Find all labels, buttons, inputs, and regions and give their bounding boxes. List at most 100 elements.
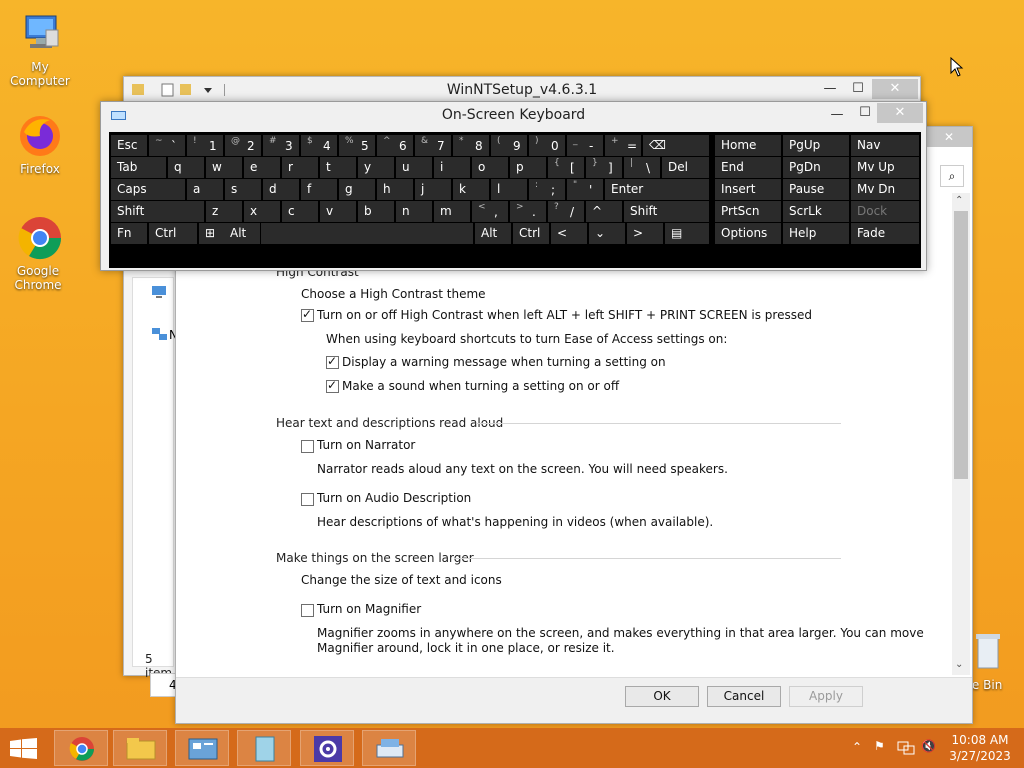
- desktop-icon-firefox[interactable]: Firefox: [0, 112, 80, 176]
- osk-key[interactable]: p: [510, 157, 546, 178]
- osk-key[interactable]: >: [627, 223, 663, 244]
- osk-key[interactable]: d: [263, 179, 299, 200]
- osk-key[interactable]: ▤: [665, 223, 709, 244]
- osk-key[interactable]: Esc: [111, 135, 147, 156]
- osk-key[interactable]: * 8: [453, 135, 489, 156]
- search-icon[interactable]: ⌕: [940, 165, 964, 187]
- taskbar-settings[interactable]: [300, 730, 354, 766]
- desktop-icon-my-computer[interactable]: My Computer: [0, 10, 80, 88]
- osk-key[interactable]: ⌄: [589, 223, 625, 244]
- osk-key[interactable]: ~ `: [149, 135, 185, 156]
- maximize-button[interactable]: ☐: [851, 103, 879, 123]
- osk-key[interactable]: " ': [567, 179, 603, 200]
- apply-button[interactable]: Apply: [789, 686, 863, 707]
- taskbar-setup[interactable]: [237, 730, 291, 766]
- ok-button[interactable]: OK: [625, 686, 699, 707]
- osk-key[interactable]: x: [244, 201, 280, 222]
- osk-key[interactable]: b: [358, 201, 394, 222]
- osk-key[interactable]: h: [377, 179, 413, 200]
- osk-key[interactable]: c: [282, 201, 318, 222]
- osk-nav-key[interactable]: Help: [783, 223, 849, 244]
- osk-key[interactable]: Alt: [224, 223, 260, 244]
- osk-nav-key[interactable]: Mv Up: [851, 157, 919, 178]
- this-pc-icon[interactable]: [151, 284, 169, 300]
- osk-key[interactable]: | \: [624, 157, 660, 178]
- high-contrast-shortcut-checkbox[interactable]: [301, 307, 314, 322]
- osk-key[interactable]: & 7: [415, 135, 451, 156]
- scroll-down-icon[interactable]: ⌄: [955, 659, 963, 670]
- start-windows-icon[interactable]: [10, 738, 38, 760]
- osk-key[interactable]: ^: [586, 201, 622, 222]
- osk-key[interactable]: k: [453, 179, 489, 200]
- osk-key[interactable]: <,: [472, 201, 508, 222]
- cancel-button[interactable]: Cancel: [707, 686, 781, 707]
- osk-nav-key[interactable]: Nav: [851, 135, 919, 156]
- osk-key[interactable]: q: [168, 157, 204, 178]
- osk-key[interactable]: ⌫: [643, 135, 709, 156]
- osk-key[interactable]: y: [358, 157, 394, 178]
- taskbar-control-panel[interactable]: [175, 730, 229, 766]
- maximize-button[interactable]: ☐: [844, 79, 872, 99]
- osk-key[interactable]: n: [396, 201, 432, 222]
- osk-nav-key[interactable]: Options: [715, 223, 781, 244]
- osk-key[interactable]: Enter: [605, 179, 709, 200]
- minimize-button[interactable]: —: [823, 105, 851, 125]
- show-hidden-icons-icon[interactable]: ⌃: [852, 740, 862, 754]
- taskbar-on-screen-keyboard[interactable]: [362, 730, 416, 766]
- osk-key[interactable]: w: [206, 157, 242, 178]
- osk-key[interactable]: g: [339, 179, 375, 200]
- osk-key[interactable]: ? /: [548, 201, 584, 222]
- taskbar-chrome[interactable]: [54, 730, 108, 766]
- osk-nav-key[interactable]: Fade: [851, 223, 919, 244]
- osk-key[interactable]: $4: [301, 135, 337, 156]
- osk-key[interactable]: @2: [225, 135, 261, 156]
- osk-key[interactable]: Tab: [111, 157, 166, 178]
- osk-key[interactable]: (9: [491, 135, 527, 156]
- osk-key[interactable]: <: [551, 223, 587, 244]
- network-icon[interactable]: [897, 740, 915, 756]
- osk-key[interactable]: ) 0: [529, 135, 565, 156]
- osk-nav-key[interactable]: Home: [715, 135, 781, 156]
- scroll-up-icon[interactable]: ⌃: [955, 195, 963, 206]
- osk-nav-key[interactable]: Mv Dn: [851, 179, 919, 200]
- narrator-checkbox[interactable]: [301, 440, 314, 453]
- osk-key[interactable]: >.: [510, 201, 546, 222]
- osk-key[interactable]: j: [415, 179, 451, 200]
- osk-nav-key[interactable]: PgDn: [783, 157, 849, 178]
- osk-key[interactable]: _ -: [567, 135, 603, 156]
- osk-key[interactable]: l: [491, 179, 527, 200]
- osk-key[interactable]: f: [301, 179, 337, 200]
- osk-key[interactable]: Caps: [111, 179, 185, 200]
- osk-key[interactable]: r: [282, 157, 318, 178]
- osk-key[interactable]: #3: [263, 135, 299, 156]
- taskbar-file-explorer[interactable]: [113, 730, 167, 766]
- osk-key[interactable]: + =: [605, 135, 641, 156]
- change-size-link[interactable]: Change the size of text and icons: [301, 573, 502, 587]
- osk-key[interactable]: :;: [529, 179, 565, 200]
- osk-key[interactable]: a: [187, 179, 223, 200]
- osk-key[interactable]: Shift: [111, 201, 204, 222]
- osk-key[interactable]: Del: [662, 157, 709, 178]
- osk-key[interactable]: Ctrl: [513, 223, 549, 244]
- osk-key[interactable]: i: [434, 157, 470, 178]
- osk-key[interactable]: z: [206, 201, 242, 222]
- osk-key[interactable]: m: [434, 201, 470, 222]
- osk-key[interactable]: t: [320, 157, 356, 178]
- osk-nav-key[interactable]: Pause: [783, 179, 849, 200]
- osk-key[interactable]: {[: [548, 157, 584, 178]
- osk-key[interactable]: u: [396, 157, 432, 178]
- volume-muted-icon[interactable]: 🔇: [921, 739, 936, 753]
- osk-key[interactable]: Fn: [111, 223, 147, 244]
- osk-key[interactable]: s: [225, 179, 261, 200]
- taskbar-clock[interactable]: 10:08 AM 3/27/2023: [948, 732, 1012, 764]
- osk-nav-key[interactable]: Insert: [715, 179, 781, 200]
- osk-nav-key[interactable]: PrtScn: [715, 201, 781, 222]
- osk-key[interactable]: Alt: [475, 223, 511, 244]
- osk-key[interactable]: }]: [586, 157, 622, 178]
- network-icon[interactable]: [151, 326, 169, 342]
- osk-key[interactable]: ! 1: [187, 135, 223, 156]
- close-button[interactable]: ✕: [872, 79, 918, 99]
- magnifier-checkbox[interactable]: [301, 604, 314, 617]
- osk-key[interactable]: ^ 6: [377, 135, 413, 156]
- scrollbar[interactable]: ⌃ ⌄: [952, 193, 970, 675]
